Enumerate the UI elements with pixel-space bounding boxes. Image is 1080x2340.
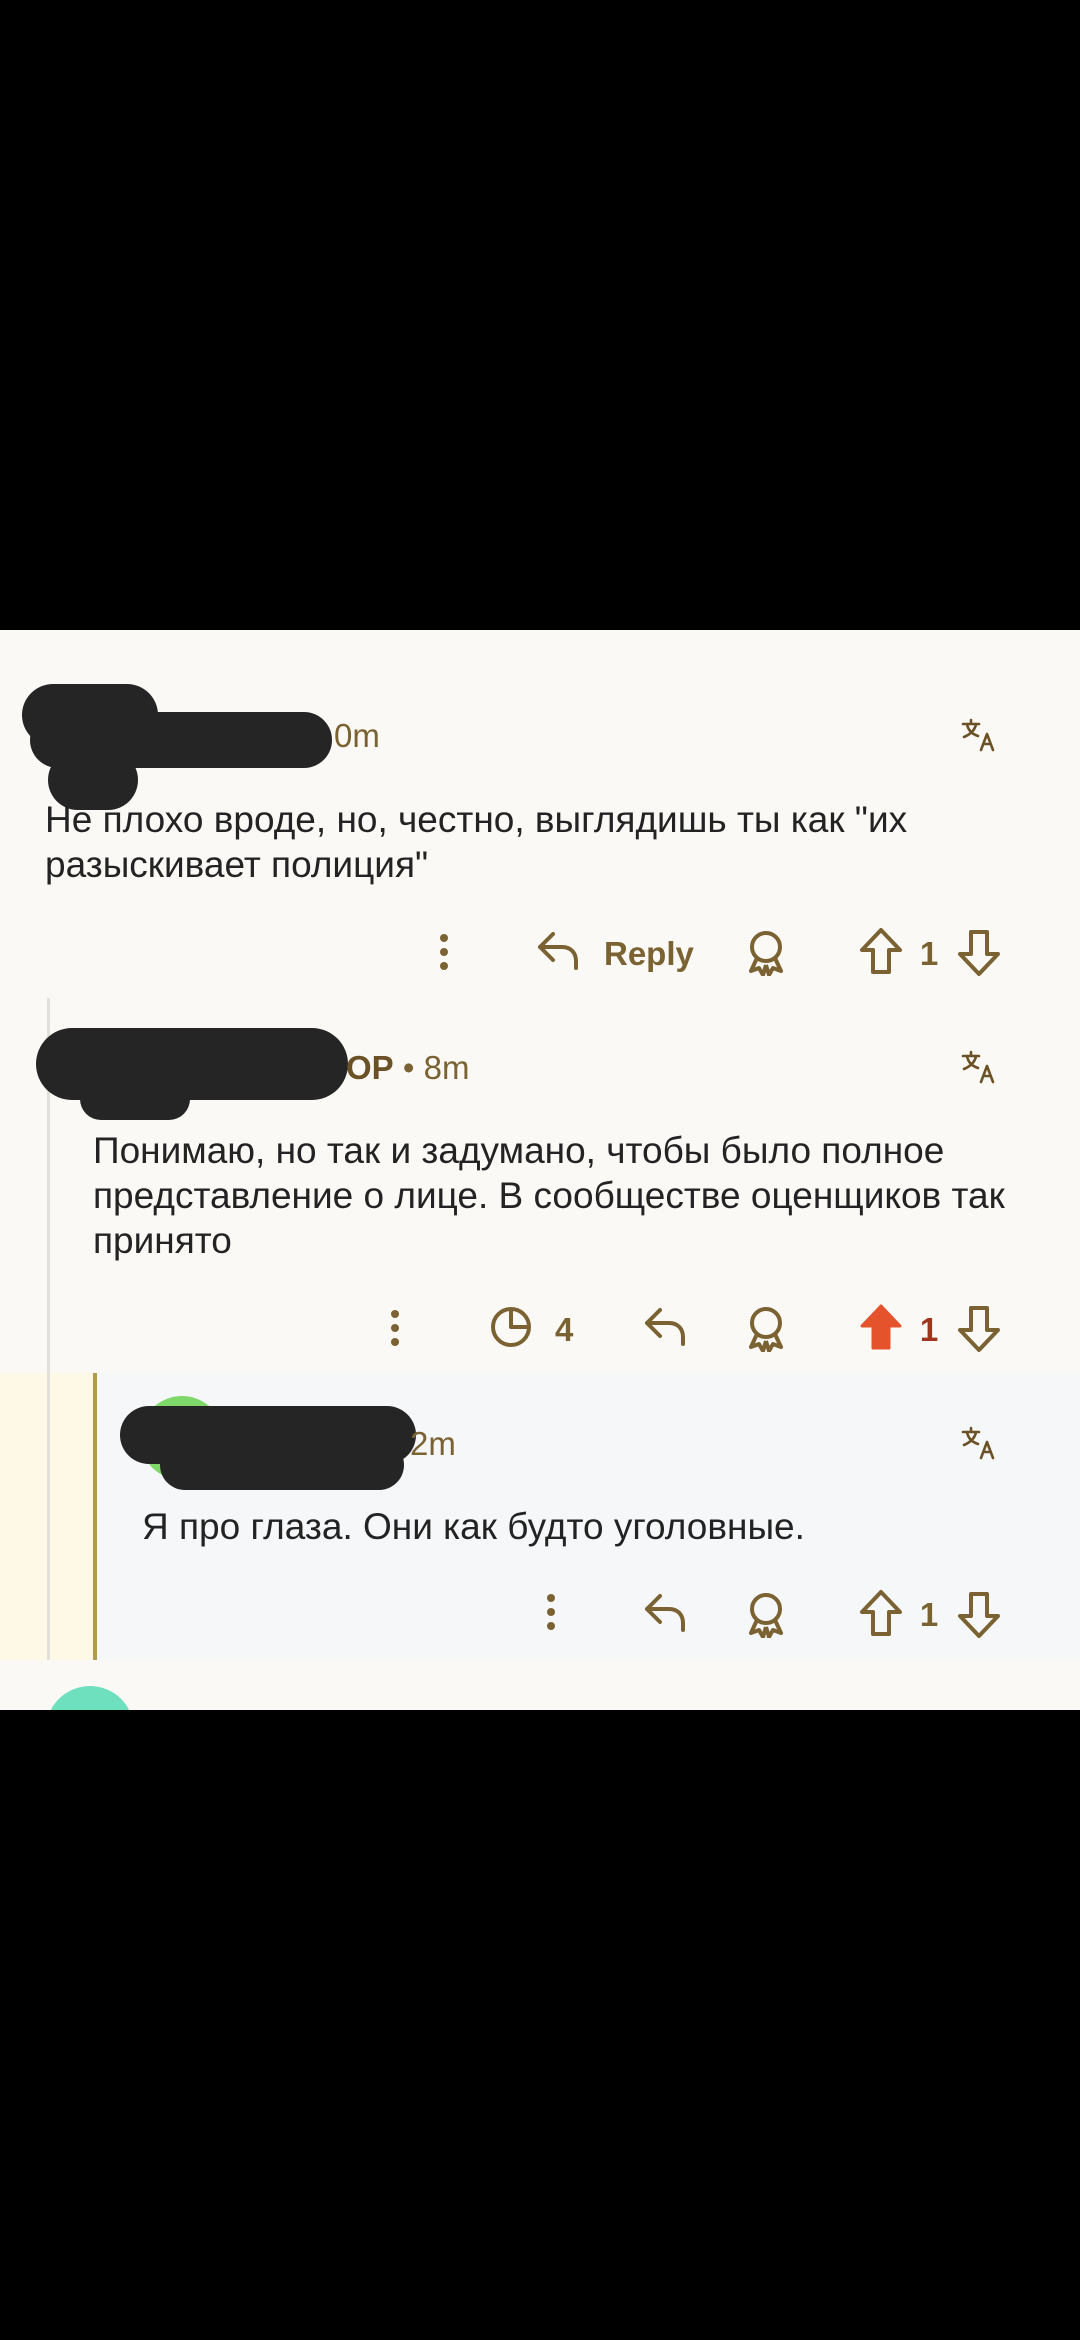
more-options-icon[interactable] bbox=[424, 930, 464, 974]
comment-time: 8m bbox=[423, 1049, 470, 1086]
vote-score: 1 bbox=[919, 1311, 939, 1348]
upvote-icon[interactable] bbox=[858, 926, 904, 976]
downvote-icon[interactable] bbox=[956, 928, 1002, 978]
thread-line[interactable] bbox=[47, 998, 50, 1660]
award-icon[interactable] bbox=[744, 1304, 788, 1352]
upvote-icon[interactable] bbox=[858, 1588, 904, 1638]
more-options-icon[interactable] bbox=[375, 1306, 415, 1350]
comment-body: Не плохо вроде, но, честно, выглядишь ты… bbox=[45, 799, 908, 885]
comment-time: 0m bbox=[334, 717, 380, 754]
next-comment-avatar[interactable] bbox=[46, 1686, 134, 1710]
views-chart-icon bbox=[488, 1304, 534, 1350]
redaction-blob bbox=[160, 1440, 404, 1490]
downvote-icon[interactable] bbox=[956, 1590, 1002, 1640]
comment-time: 2m bbox=[410, 1425, 456, 1462]
translate-icon[interactable] bbox=[960, 1048, 998, 1086]
vote-score: 1 bbox=[919, 935, 939, 972]
award-icon[interactable] bbox=[744, 928, 788, 976]
more-options-icon[interactable] bbox=[531, 1590, 571, 1634]
downvote-icon[interactable] bbox=[956, 1304, 1002, 1354]
vote-score: 1 bbox=[919, 1596, 939, 1633]
views-count: 4 bbox=[555, 1311, 574, 1348]
op-badge: OP bbox=[346, 1049, 394, 1086]
reply-icon[interactable] bbox=[642, 1304, 690, 1350]
comment-meta: OP • 8m bbox=[346, 1048, 469, 1088]
reply-label: Reply bbox=[604, 935, 694, 972]
comment-body: Понимаю, но так и задумано, чтобы было п… bbox=[93, 1130, 1005, 1261]
thread-line-highlight[interactable] bbox=[93, 1373, 97, 1660]
upvote-active-icon[interactable] bbox=[858, 1302, 904, 1357]
comment-body: Я про глаза. Они как будто уголовные. bbox=[142, 1506, 805, 1547]
redaction-blob bbox=[80, 1078, 190, 1120]
meta-separator: • bbox=[402, 1049, 415, 1086]
award-icon[interactable] bbox=[744, 1590, 788, 1638]
translate-icon[interactable] bbox=[960, 716, 998, 754]
reply-icon[interactable] bbox=[642, 1590, 690, 1636]
translate-icon[interactable] bbox=[960, 1424, 998, 1462]
reply-icon bbox=[535, 928, 583, 974]
